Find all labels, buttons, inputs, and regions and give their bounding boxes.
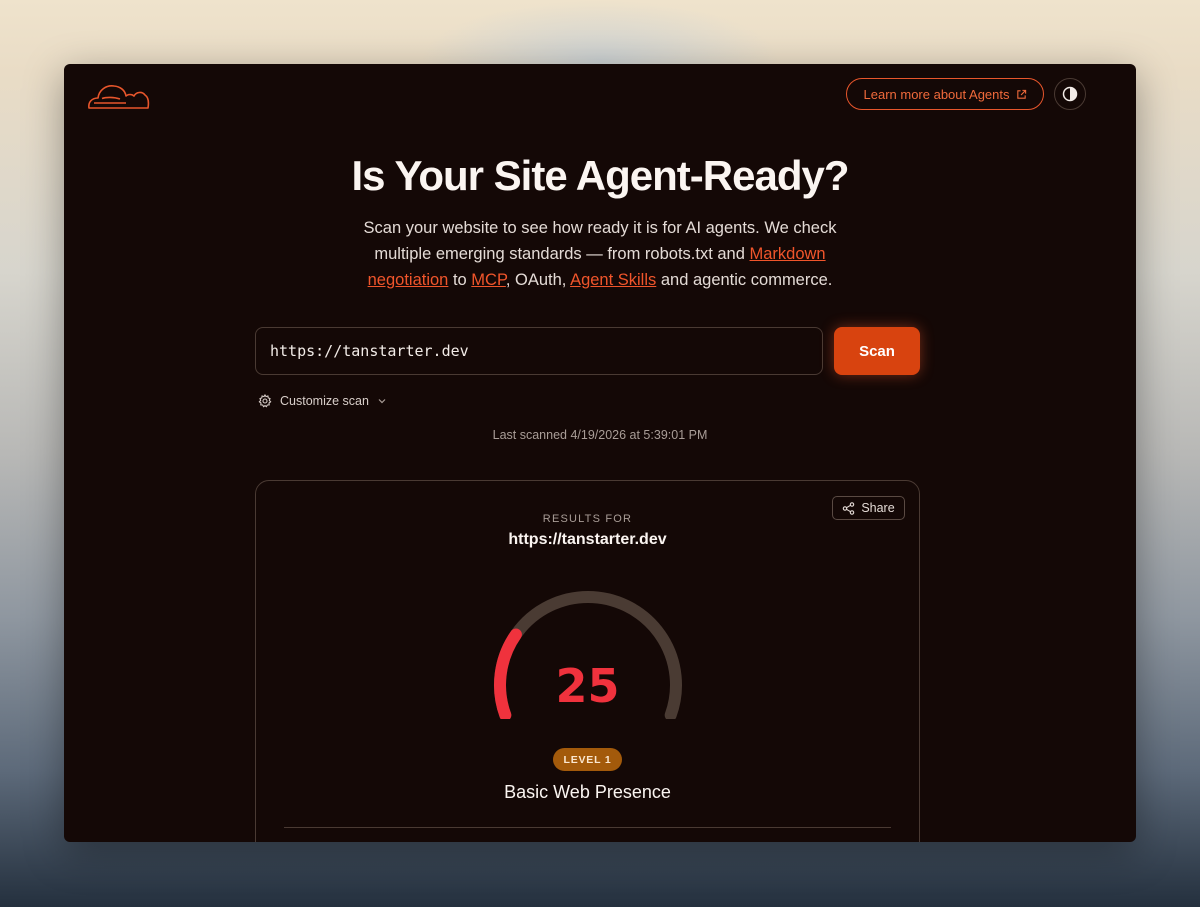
external-link-icon — [1016, 89, 1026, 99]
hero-description: Scan your website to see how ready it is… — [334, 215, 866, 293]
hero-desc-text-3: , OAuth, — [505, 271, 571, 289]
results-for-label: RESULTS FOR — [542, 513, 633, 525]
results-url: https://tanstarter.dev — [508, 531, 667, 548]
divider — [284, 827, 891, 828]
customize-scan-label: Customize scan — [280, 394, 369, 408]
hero-desc-text-4: and agentic commerce. — [656, 271, 833, 289]
cloudflare-logo[interactable] — [86, 78, 150, 110]
top-bar: Learn more about Agents — [64, 64, 1136, 124]
last-scanned-text: Last scanned 4/19/2026 at 5:39:01 PM — [492, 428, 708, 442]
results-card: Share RESULTS FOR https://tanstarter.dev… — [255, 480, 920, 842]
theme-toggle-button[interactable] — [1054, 78, 1086, 110]
learn-more-button[interactable]: Learn more about Agents — [846, 78, 1044, 110]
mcp-link[interactable]: MCP — [471, 271, 506, 289]
contrast-icon — [1062, 86, 1078, 102]
scan-button[interactable]: Scan — [834, 327, 920, 375]
learn-more-label: Learn more about Agents — [863, 86, 1010, 102]
customize-scan-toggle[interactable]: Customize scan — [258, 392, 387, 410]
hero-desc-text-2: to — [448, 271, 472, 289]
url-input[interactable] — [255, 327, 823, 375]
app-window: Learn more about Agents Is Your Site Age… — [64, 64, 1136, 842]
gear-icon — [258, 394, 272, 408]
page-title: Is Your Site Agent-Ready? — [351, 152, 850, 199]
chevron-down-icon — [378, 399, 386, 404]
level-badge: LEVEL 1 — [553, 748, 622, 771]
score-value: 25 — [555, 659, 620, 713]
level-name: Basic Web Presence — [504, 782, 671, 802]
agent-skills-link[interactable]: Agent Skills — [570, 271, 656, 289]
